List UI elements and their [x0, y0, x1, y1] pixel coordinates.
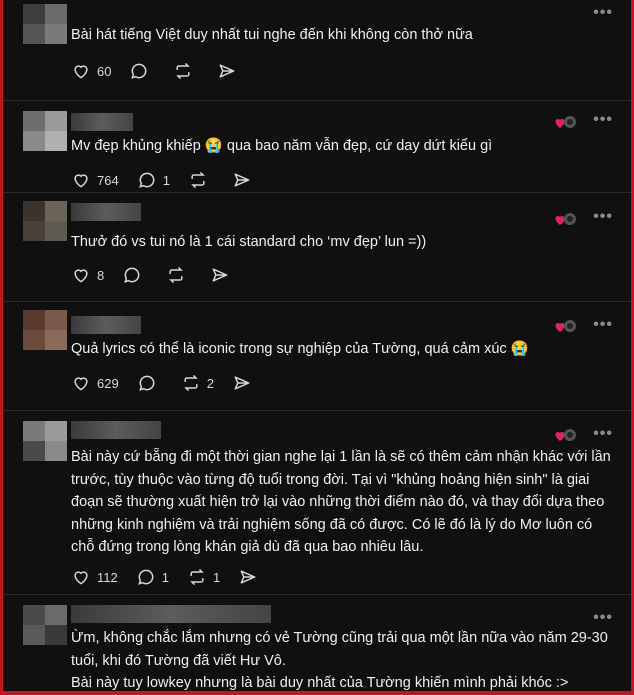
action-bar: 8 — [71, 265, 248, 285]
more-options-icon[interactable]: ••• — [593, 111, 613, 129]
repost-button[interactable] — [166, 265, 192, 285]
like-count: 629 — [97, 375, 119, 391]
more-options-icon[interactable]: ••• — [593, 609, 613, 627]
send-icon — [234, 173, 250, 187]
share-button[interactable] — [232, 373, 252, 393]
comment-icon — [131, 63, 147, 79]
like-button[interactable]: 629 — [71, 373, 119, 393]
username-blurred[interactable] — [71, 203, 141, 221]
reply-post: ••• Thưở đó vs tui nó là 1 cái standard … — [3, 193, 631, 302]
creator-liked-icon — [555, 320, 576, 332]
post-text: Quả lyrics có thể là iconic trong sự ngh… — [71, 341, 529, 357]
repost-button[interactable] — [188, 170, 214, 190]
post-text: Ừm, không chắc lắm nhưng có vẻ Tường cũn… — [71, 630, 608, 691]
more-options-icon[interactable]: ••• — [593, 208, 613, 226]
reply-post: ••• Quả lyrics có thể là iconic trong sự… — [3, 302, 631, 411]
reply-post: ••• Mv đẹp khủng khiếp 😭 qua bao năm vẫn… — [3, 101, 631, 193]
send-icon — [220, 64, 235, 78]
like-button[interactable]: 8 — [71, 265, 104, 285]
avatar[interactable] — [23, 4, 67, 44]
repost-icon — [190, 569, 204, 585]
repost-button[interactable]: 2 — [181, 373, 214, 393]
more-options-icon[interactable]: ••• — [593, 316, 613, 334]
creator-liked-icon — [555, 429, 576, 441]
more-options-icon[interactable]: ••• — [593, 4, 613, 22]
comment-icon — [124, 267, 140, 283]
username-blurred[interactable] — [71, 113, 133, 131]
repost-button[interactable]: 1 — [187, 567, 220, 587]
avatar[interactable] — [23, 421, 67, 461]
creator-liked-icon — [555, 213, 576, 225]
heart-icon — [74, 269, 88, 283]
avatar[interactable] — [23, 111, 67, 151]
share-button[interactable] — [210, 265, 230, 285]
post-text: Mv đẹp khủng khiếp 😭 qua bao năm vẫn đẹp… — [71, 138, 493, 154]
creator-liked-icon — [555, 116, 576, 128]
repost-count: 1 — [212, 569, 221, 585]
avatar[interactable] — [23, 201, 67, 241]
comment-icon — [138, 172, 155, 188]
repost-button[interactable] — [173, 61, 199, 81]
post-text: Thưở đó vs tui nó là 1 cái standard cho … — [71, 234, 427, 250]
reply-post: ••• Bài này cứ bẵng đi một thời gian ngh… — [3, 411, 631, 595]
repost-count: 2 — [206, 375, 214, 391]
comment-icon — [138, 375, 155, 391]
heart-icon — [74, 174, 88, 188]
reply-button[interactable] — [137, 373, 163, 393]
avatar[interactable] — [23, 605, 67, 645]
like-count: 8 — [97, 267, 105, 283]
more-options-icon[interactable]: ••• — [593, 425, 613, 443]
like-count: 60 — [97, 63, 112, 79]
reply-button[interactable] — [122, 265, 148, 285]
repost-icon — [191, 172, 205, 188]
avatar[interactable] — [23, 310, 67, 350]
send-icon — [212, 268, 228, 282]
repost-icon — [169, 267, 184, 283]
reply-button[interactable] — [129, 61, 155, 81]
like-button[interactable]: 764 — [71, 170, 119, 190]
like-button[interactable]: 112 — [71, 567, 118, 587]
reply-count: 1 — [161, 569, 169, 585]
username-blurred[interactable] — [71, 421, 161, 439]
reply-post: ••• Bài hát tiếng Việt duy nhất tui nghe… — [3, 0, 631, 101]
like-count: 112 — [97, 569, 118, 585]
share-button[interactable] — [217, 61, 237, 81]
post-text: Bài hát tiếng Việt duy nhất tui nghe đến… — [71, 27, 473, 43]
send-icon — [240, 570, 256, 584]
action-bar: 629 2 — [71, 373, 270, 393]
heart-icon — [74, 377, 88, 391]
reply-button[interactable]: 1 — [137, 170, 170, 190]
like-button[interactable]: 60 — [71, 61, 111, 81]
share-button[interactable] — [232, 170, 252, 190]
reply-count: 1 — [162, 172, 170, 188]
repost-icon — [183, 375, 198, 391]
send-icon — [234, 376, 250, 390]
username-blurred[interactable] — [71, 605, 271, 623]
reply-post: ••• Ừm, không chắc lắm nhưng có vẻ Tường… — [3, 595, 631, 691]
action-bar: 764 1 — [71, 170, 270, 190]
reply-button[interactable]: 1 — [136, 567, 169, 587]
share-button[interactable] — [238, 567, 258, 587]
action-bar: 112 1 1 — [71, 567, 276, 587]
like-count: 764 — [97, 172, 119, 188]
action-bar: 60 — [71, 61, 255, 81]
thread-frame: ••• Bài hát tiếng Việt duy nhất tui nghe… — [3, 0, 631, 691]
comment-icon — [137, 569, 154, 585]
username-blurred[interactable] — [71, 316, 141, 334]
heart-icon — [74, 571, 88, 585]
repost-icon — [176, 63, 191, 79]
heart-icon — [74, 65, 88, 79]
post-text: Bài này cứ bẵng đi một thời gian nghe lạ… — [71, 449, 611, 555]
